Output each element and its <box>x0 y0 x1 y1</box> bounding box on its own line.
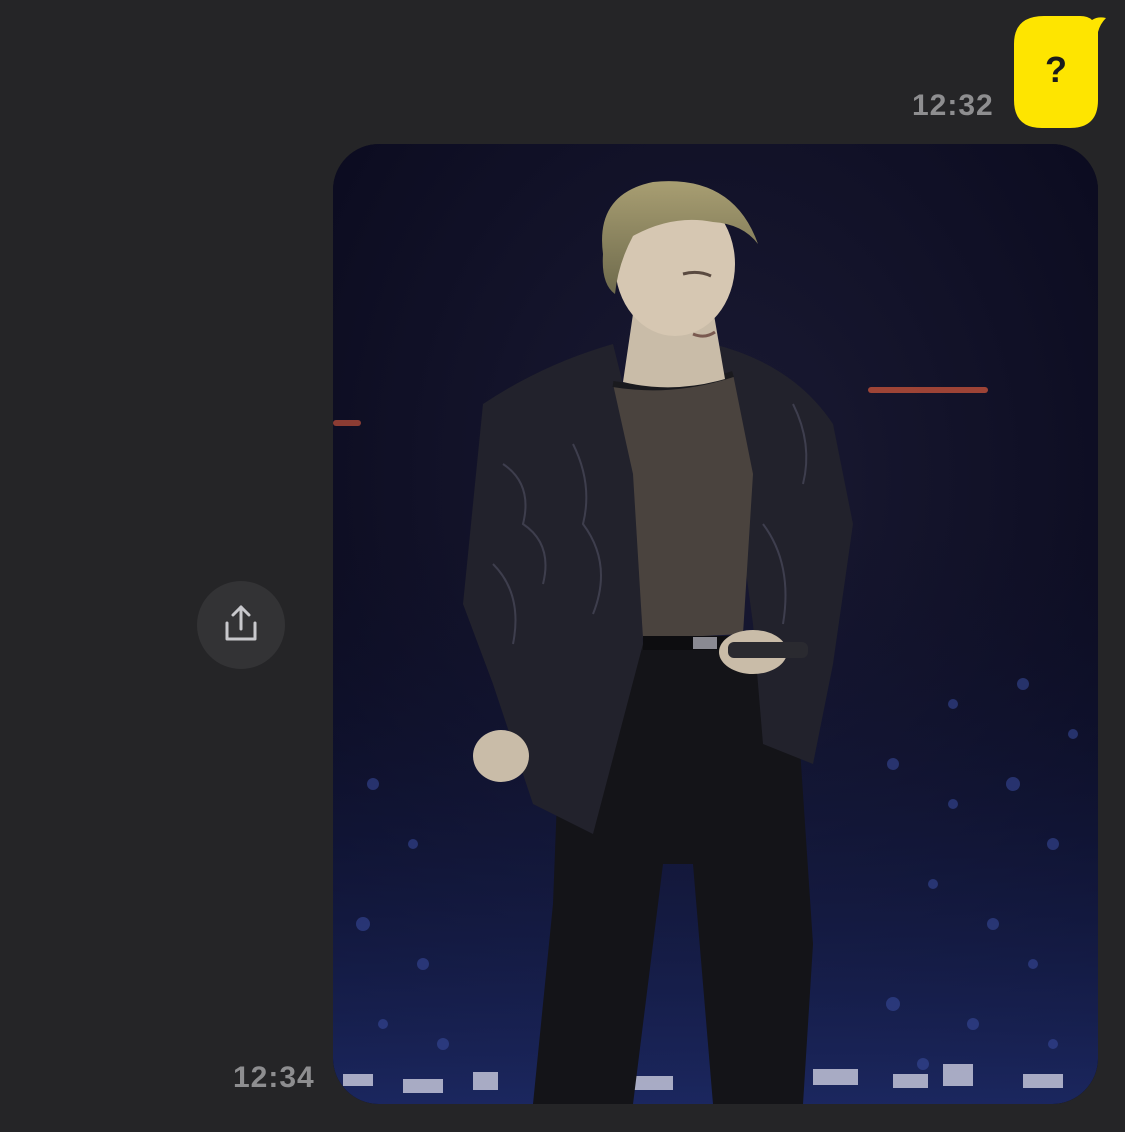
sent-message-text: ? <box>1045 49 1067 90</box>
share-button[interactable] <box>197 581 285 669</box>
sent-message-time: 12:32 <box>912 89 994 122</box>
photo-message[interactable] <box>333 144 1098 1104</box>
sent-message-bubble[interactable]: ? <box>1014 14 1106 130</box>
received-message-time: 12:34 <box>233 1061 315 1094</box>
photo-image <box>333 144 1098 1104</box>
chat-view: ? 12:32 12:34 <box>0 0 1125 1132</box>
share-icon <box>225 605 257 641</box>
